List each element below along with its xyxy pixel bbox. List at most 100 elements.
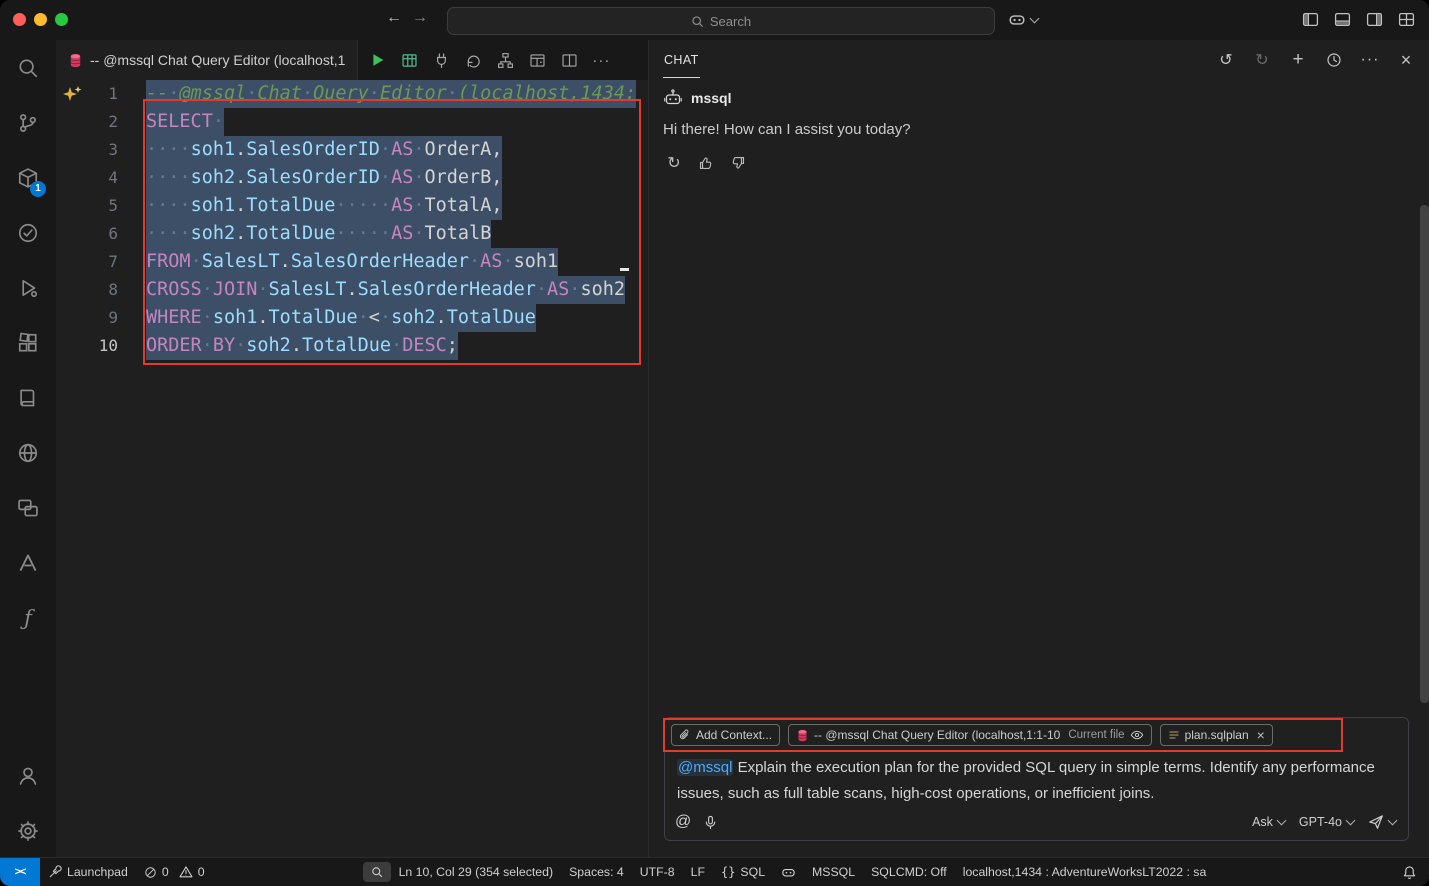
close-panel-button[interactable]: × — [1395, 49, 1417, 71]
run-query-button[interactable] — [364, 47, 390, 73]
activity-notebooks-button[interactable] — [0, 370, 56, 425]
activity-run-debug-button[interactable] — [0, 260, 56, 315]
table-designer-button[interactable] — [524, 47, 550, 73]
toggle-secondary-sidebar-icon[interactable] — [1366, 11, 1383, 28]
command-center-search[interactable]: Search — [447, 7, 995, 35]
mssql-status-item[interactable]: MSSQL — [804, 861, 863, 883]
activity-github-button[interactable] — [0, 425, 56, 480]
remove-chip-icon[interactable]: × — [1257, 727, 1265, 743]
chat-scrollbar[interactable] — [1420, 205, 1429, 703]
zoom-window-button[interactable] — [55, 13, 68, 26]
chat-undo-button[interactable]: ↺ — [1215, 49, 1237, 71]
notifications-item[interactable] — [1394, 861, 1429, 883]
add-context-button[interactable]: Add Context... — [671, 724, 780, 746]
copilot-sparkle-icon[interactable] — [61, 83, 85, 107]
mode-label: Ask — [1252, 815, 1273, 829]
toggle-panel-icon[interactable] — [1334, 11, 1351, 28]
editor-tab[interactable]: -- @mssql Chat Query Editor (localhost,1 — [56, 40, 358, 80]
thumbs-down-button[interactable] — [727, 152, 749, 174]
send-button[interactable] — [1368, 814, 1396, 830]
problems-status-item[interactable]: 0 0 — [136, 861, 213, 883]
tools-icon — [48, 865, 62, 879]
code-text: FROM·SalesLT.SalesOrderHeader·AS·soh1 — [146, 248, 558, 276]
connection-status-item[interactable]: localhost,1434 : AdventureWorksLT2022 : … — [955, 861, 1215, 883]
code-line[interactable]: 1--·@mssql·Chat·Query·Editor·(localhost,… — [56, 80, 648, 108]
mode-selector[interactable]: Ask — [1252, 815, 1285, 829]
code-token: . — [280, 251, 291, 272]
thumbs-up-button[interactable] — [695, 152, 717, 174]
code-token: TotalA, — [425, 195, 503, 216]
code-token: soh2 — [191, 223, 236, 244]
eol-item[interactable]: LF — [683, 861, 713, 883]
eye-icon[interactable] — [1130, 728, 1144, 742]
editor-actions: ··· — [364, 40, 614, 80]
close-window-button[interactable] — [13, 13, 26, 26]
indentation-item[interactable]: Spaces: 4 — [561, 861, 632, 883]
mention-button[interactable]: @ — [675, 813, 691, 831]
copilot-menu-button[interactable] — [1008, 9, 1038, 31]
braces-icon: {} — [721, 865, 735, 879]
chat-more-actions-button[interactable]: ··· — [1359, 49, 1381, 71]
change-connection-button[interactable] — [428, 47, 454, 73]
minimize-window-button[interactable] — [34, 13, 47, 26]
activity-remote-explorer-button[interactable] — [0, 480, 56, 535]
rerun-request-button[interactable]: ↻ — [663, 152, 685, 174]
code-line[interactable]: 9WHERE·soh1.TotalDue·<·soh2.TotalDue — [56, 304, 648, 332]
sqlcmd-status-item[interactable]: SQLCMD: Off — [863, 861, 955, 883]
chat-input[interactable]: @mssql Explain the execution plan for th… — [665, 746, 1408, 807]
context-chip-plan-file[interactable]: plan.sqlplan × — [1160, 724, 1273, 746]
toggle-primary-sidebar-icon[interactable] — [1302, 11, 1319, 28]
navigate-back-button[interactable]: ← — [386, 9, 402, 27]
code-line[interactable]: 6····soh2.TotalDue·····AS·TotalB — [56, 220, 648, 248]
activity-tasks-button[interactable] — [0, 205, 56, 260]
account-button[interactable] — [0, 748, 56, 803]
language-mode-item[interactable]: {} SQL — [713, 861, 773, 883]
code-token: ···· — [146, 195, 191, 216]
chat-input-toolbar: @ Ask GPT-4o — [675, 809, 1396, 835]
activity-functions-button[interactable]: ƒ — [0, 590, 56, 645]
code-line[interactable]: 2SELECT· — [56, 108, 648, 136]
code-token: ···· — [146, 223, 191, 244]
estimated-plan-button[interactable] — [460, 47, 486, 73]
activity-extensions-button[interactable] — [0, 315, 56, 370]
context-chip-current-file[interactable]: -- @mssql Chat Query Editor (localhost,1… — [788, 724, 1152, 746]
navigate-forward-button[interactable]: → — [412, 9, 428, 27]
activity-search-button[interactable] — [0, 40, 56, 95]
language-label: SQL — [740, 865, 765, 879]
code-token: · — [302, 83, 313, 104]
encoding-item[interactable]: UTF-8 — [632, 861, 683, 883]
chat-history-button[interactable] — [1323, 49, 1345, 71]
zoom-status-item[interactable] — [363, 862, 391, 882]
code-line[interactable]: 4····soh2.SalesOrderID·AS·OrderB, — [56, 164, 648, 192]
new-chat-button[interactable]: + — [1287, 49, 1309, 71]
voice-chat-button[interactable] — [703, 815, 718, 830]
launchpad-status-item[interactable]: Launchpad — [40, 861, 136, 883]
remote-icon: >< — [15, 866, 26, 878]
chat-redo-button[interactable]: ↻ — [1251, 49, 1273, 71]
cursor-position-item[interactable]: Ln 10, Col 29 (354 selected) — [391, 861, 562, 883]
code-text: SELECT· — [146, 108, 224, 136]
toggle-results-grid-button[interactable] — [396, 47, 422, 73]
tab-chat[interactable]: CHAT — [663, 42, 700, 78]
search-icon — [371, 866, 383, 878]
split-editor-button[interactable] — [556, 47, 582, 73]
model-selector[interactable]: GPT-4o — [1299, 815, 1354, 829]
code-line[interactable]: 8CROSS·JOIN·SalesLT.SalesOrderHeader·AS·… — [56, 276, 648, 304]
code-editor[interactable]: 1--·@mssql·Chat·Query·Editor·(localhost,… — [56, 80, 648, 858]
line-number: 3 — [56, 136, 146, 164]
activity-azure-button[interactable] — [0, 535, 56, 590]
code-line[interactable]: 7FROM·SalesLT.SalesOrderHeader·AS·soh1 — [56, 248, 648, 276]
settings-button[interactable] — [0, 803, 56, 858]
activity-containers-button[interactable]: 1 — [0, 150, 56, 205]
activity-source-control-button[interactable] — [0, 95, 56, 150]
code-line[interactable]: 10ORDER·BY·soh2.TotalDue·DESC; — [56, 332, 648, 360]
editor-more-actions-button[interactable]: ··· — [588, 47, 614, 73]
remote-indicator[interactable]: >< — [0, 858, 40, 886]
code-line[interactable]: 5····soh1.TotalDue·····AS·TotalA, — [56, 192, 648, 220]
code-token: · — [380, 167, 391, 188]
customize-layout-icon[interactable] — [1398, 11, 1415, 28]
line-number: 8 — [56, 276, 146, 304]
copilot-status-item[interactable] — [773, 861, 804, 883]
schema-hierarchy-button[interactable] — [492, 47, 518, 73]
code-line[interactable]: 3····soh1.SalesOrderID·AS·OrderA, — [56, 136, 648, 164]
